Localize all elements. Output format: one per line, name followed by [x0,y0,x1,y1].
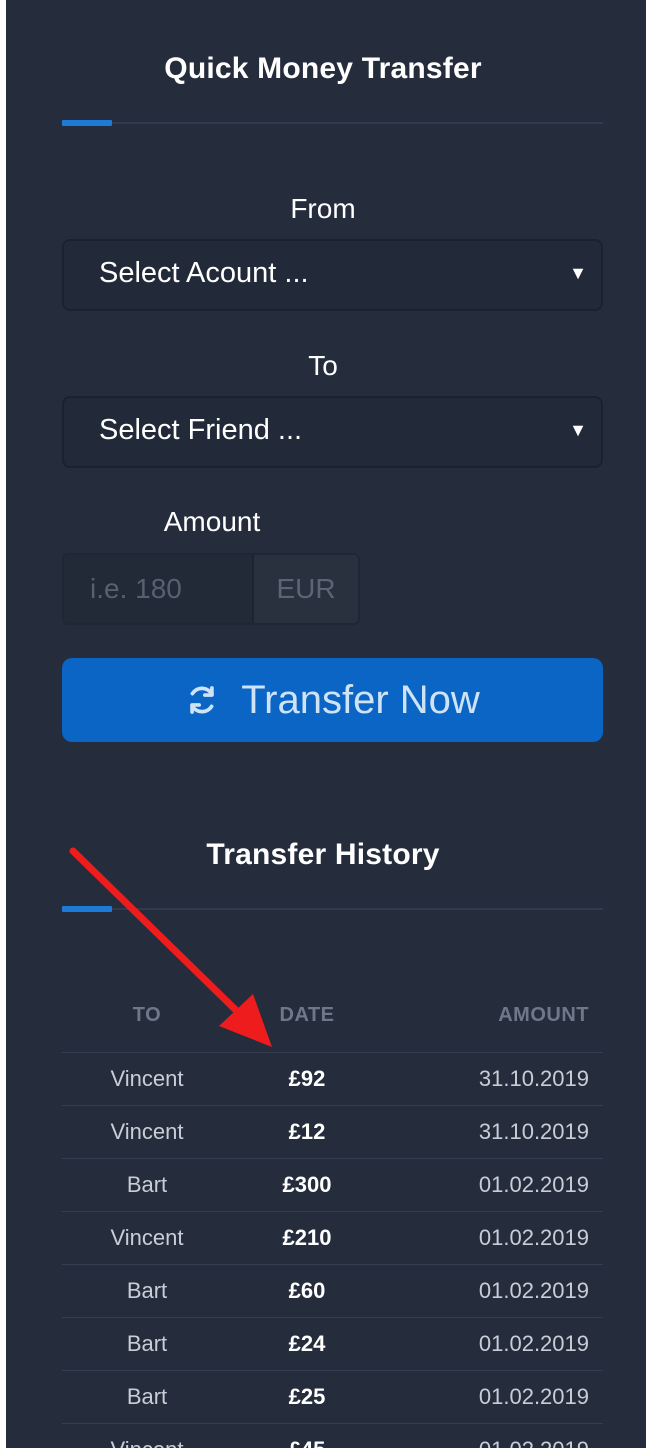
amount-input-group: EUR [62,553,360,625]
to-label: To [308,350,338,381]
table-row: Vincent£4501.02.2019 [62,1424,603,1448]
table-row: Bart £300 01.02.2019 [62,1159,603,1212]
table-row: Vincent £210 01.02.2019 [62,1212,603,1265]
chevron-down-icon: ▼ [569,263,587,283]
table-body: Vincent £92 31.10.2019 Vincent £12 31.10.2019… [62,1053,603,1448]
cell-amount: 01.02.2019 [478,1331,589,1356]
chevron-down-icon: ▼ [569,420,587,440]
from-select-value: Select Acount ... [99,257,309,289]
cell-date: £24 [288,1331,326,1356]
cell-to: Vincent [110,1119,184,1144]
cell-amount: 01.02.2019 [369,1424,589,1448]
history-title-accent-bar [62,906,112,912]
currency-addon: EUR [252,555,358,623]
table-row: Bart £24 01.02.2019 [62,1318,603,1371]
amount-input[interactable] [64,555,252,623]
cell-date: £300 [282,1172,332,1197]
amount-label: Amount [163,506,261,537]
quick-transfer-title: Quick Money Transfer [164,52,482,85]
cell-amount: 01.02.2019 [478,1172,589,1197]
transfer-now-button[interactable]: Transfer Now [62,658,603,742]
column-header-date: DATE [279,1003,335,1026]
cell-date: £12 [288,1119,326,1144]
table-row: Bart £25 01.02.2019 [62,1371,603,1424]
cell-amount: 01.02.2019 [478,1225,589,1250]
table-row: Vincent £12 31.10.2019 [62,1106,603,1159]
table-row: Bart £60 01.02.2019 [62,1265,603,1318]
title-accent-bar [62,120,112,126]
cell-to: Vincent [110,1066,184,1091]
cell-amount: 01.02.2019 [478,1278,589,1303]
history-title-divider [62,908,603,910]
cell-to: Bart [126,1172,168,1197]
cell-to: Bart [126,1331,168,1356]
to-friend-select[interactable]: Select Friend ... ▼ [62,396,603,468]
transfer-now-label: Transfer Now [241,677,480,722]
cell-amount: 31.10.2019 [478,1119,589,1144]
transfer-history-table: TO DATE AMOUNT Vincent £92 31.10.2019 Vince… [62,978,603,1448]
from-account-select[interactable]: Select Acount ... ▼ [62,239,603,311]
quick-transfer-panel: Quick Money Transfer From Select Acount … [6,0,646,1448]
title-divider [62,122,603,124]
cell-amount: 31.10.2019 [478,1066,589,1091]
table-header: TO DATE AMOUNT [62,978,603,1053]
cell-date: £210 [282,1225,332,1250]
cell-to: Bart [126,1384,168,1409]
from-label: From [290,193,356,224]
cell-to: Vincent [62,1424,232,1448]
refresh-icon [190,686,214,714]
cell-date: £92 [288,1066,326,1091]
cell-to: Vincent [110,1225,184,1250]
cell-date: £60 [288,1278,326,1303]
transfer-history-title: Transfer History [206,838,440,871]
column-header-to: TO [132,1003,162,1026]
cell-date: £45 [232,1424,382,1448]
table-row: Vincent £92 31.10.2019 [62,1053,603,1106]
to-select-value: Select Friend ... [99,414,303,446]
column-header-amount: AMOUNT [498,1003,589,1026]
cell-amount: 01.02.2019 [478,1384,589,1409]
cell-to: Bart [126,1278,168,1303]
cell-date: £25 [288,1384,326,1409]
